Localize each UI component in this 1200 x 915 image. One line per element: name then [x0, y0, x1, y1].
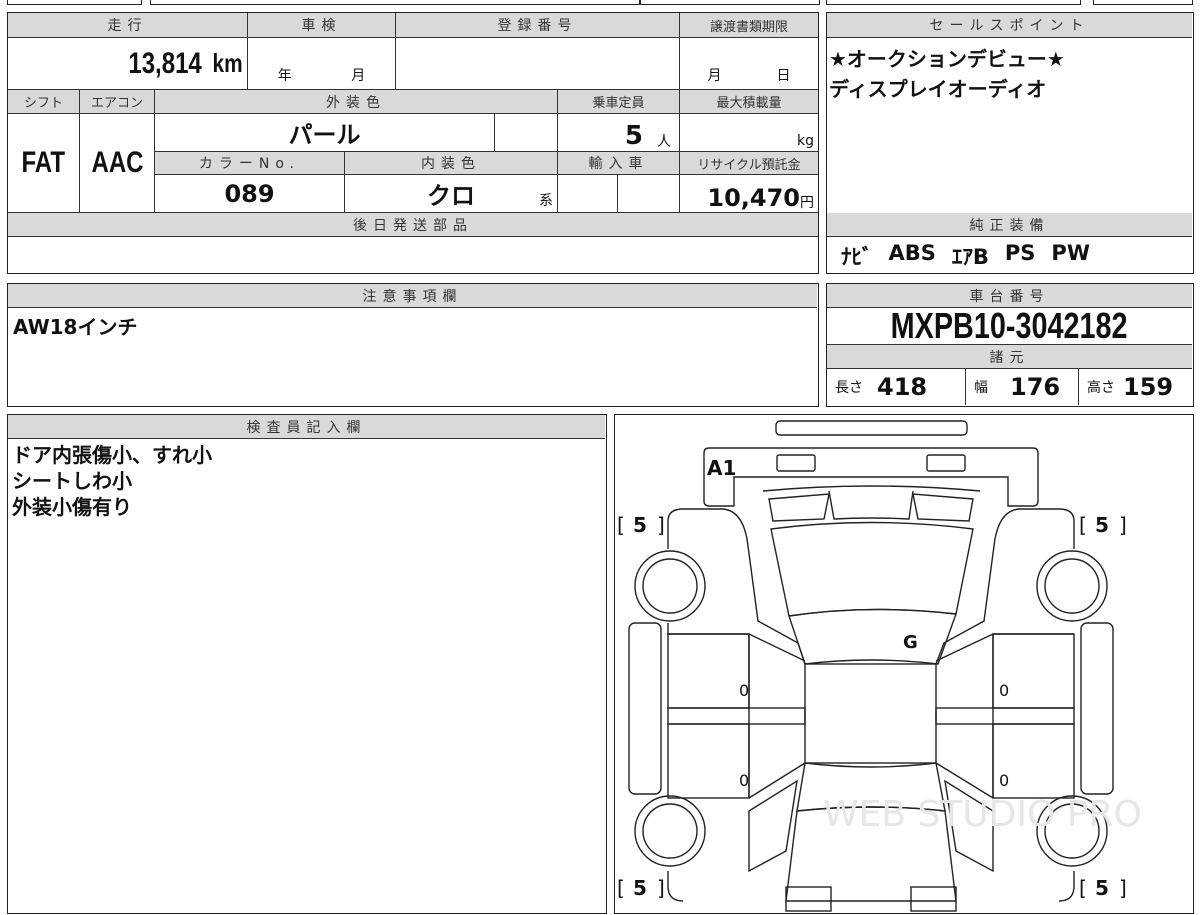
capacity-header: 乗車定員: [558, 90, 680, 114]
watermark: WEB STUDIO PRO: [823, 794, 1142, 835]
shaken-header: 車検: [248, 13, 396, 38]
damage-diagram: A1 G 0 0 0 0 [] 5 [] 5 [] 5 [] 5 WEB STU…: [614, 414, 1194, 914]
rear-bumper: [703, 447, 1039, 507]
rear-light-right: [926, 454, 966, 472]
equipment-item: ｴｱB: [951, 245, 989, 269]
rear-window: [770, 521, 974, 617]
top-cell: [1093, 0, 1193, 5]
later-parts-header: 後日発送部品: [8, 213, 818, 237]
registration-value: [396, 38, 680, 90]
shaken-value: 年月: [248, 38, 396, 90]
sales-point-line: ★オークションデビュー★: [829, 47, 1065, 71]
cabin: [804, 663, 937, 764]
notes-panel: 注意事項欄 AW18インチ: [7, 283, 819, 407]
later-parts-value: [8, 237, 818, 272]
roof-mark: G: [903, 632, 918, 653]
shift-header: シフト: [8, 90, 80, 114]
tire-tread-rear-right: 5: [1095, 513, 1109, 537]
vehicle-table: 走行 車検 登録番号 譲渡書類期限 13,814 km 年月 月日 シフト エア…: [7, 12, 819, 274]
svg-text:]: ]: [657, 876, 665, 900]
notes-text: AW18インチ: [13, 315, 138, 339]
recycle-value: 10,470 円: [680, 175, 818, 213]
equipment-item: ﾅﾋﾞ: [841, 245, 873, 269]
sales-point-line: ディスプレイオーディオ: [829, 77, 1047, 101]
chassis-panel: 車台番号 MXPB10-3042182 諸元 長さ 418 幅 176 高さ 159: [826, 283, 1194, 407]
inspector-panel: 検査員記入欄 ドア内張傷小、すれ小 シートしわ小 外装小傷有り: [7, 414, 607, 914]
interior-color-value: クロ 系: [345, 175, 558, 213]
exterior-color-header: 外装色: [155, 90, 558, 114]
chassis-number: MXPB10-3042182: [827, 308, 1192, 345]
notes-header: 注意事項欄: [8, 284, 817, 308]
length-cell: 長さ 418: [827, 369, 966, 405]
door-mark: 0: [739, 681, 749, 700]
sales-point-content: ★オークションデビュー★ ディスプレイオーディオ: [827, 38, 1192, 214]
sales-point-panel: セールスポイント ★オークションデビュー★ ディスプレイオーディオ 純正装備 ﾅ…: [826, 12, 1194, 274]
color-no-value: 089: [155, 175, 345, 213]
transfer-deadline-header: 譲渡書類期限: [680, 13, 818, 38]
svg-text:[: [: [1079, 876, 1087, 900]
car-diagram-svg: A1 G 0 0 0 0 [] 5 [] 5 [] 5 [] 5 WEB STU…: [617, 420, 1142, 912]
max-load-value: kg: [680, 114, 818, 152]
equipment-item: PW: [1051, 241, 1090, 265]
tire-tread-front-left: 5: [633, 876, 647, 900]
rear-light-left: [776, 454, 816, 472]
height-cell: 高さ 159: [1087, 373, 1174, 401]
left-side-rail: [628, 622, 662, 795]
svg-text:[: [: [617, 876, 625, 900]
shift-value: FAT: [8, 114, 80, 213]
inspector-line: シートしわ小: [12, 469, 132, 493]
svg-text:[: [: [617, 513, 625, 537]
mileage-value: 13,814 km: [8, 38, 248, 90]
door-mark: 0: [999, 681, 1009, 700]
tire-tread-front-right: 5: [1095, 876, 1109, 900]
import-value-2: [618, 175, 680, 213]
rear-mark: A1: [707, 456, 736, 480]
inspector-line: 外装小傷有り: [12, 495, 132, 519]
top-cell: [826, 0, 1081, 5]
tire-tread-rear-left: 5: [633, 513, 647, 537]
transfer-deadline-value: 月日: [680, 38, 818, 90]
right-side-rail: [1080, 622, 1114, 795]
equipment-list: ﾅﾋﾞ ABS ｴｱB PS PW: [841, 241, 1090, 271]
capacity-value: 5人: [558, 114, 680, 152]
color-no-header: カラーNo.: [155, 152, 345, 175]
svg-text:]: ]: [1119, 513, 1127, 537]
equipment-header: 純正装備: [827, 213, 1192, 237]
mileage-header: 走行: [8, 13, 248, 38]
chassis-header: 車台番号: [827, 284, 1192, 308]
rear-spoiler: [775, 420, 968, 436]
recycle-header: リサイクル預託金: [680, 152, 818, 175]
width-cell: 幅 176: [966, 369, 1079, 405]
door-mark: 0: [999, 771, 1009, 790]
sales-point-header: セールスポイント: [827, 13, 1192, 38]
exterior-color-extra: [495, 114, 558, 152]
svg-text:]: ]: [1119, 876, 1127, 900]
svg-text:]: ]: [657, 513, 665, 537]
aircon-value: AAC: [80, 114, 155, 213]
roof: [788, 608, 957, 665]
equipment-item: ABS: [888, 241, 936, 265]
interior-color-header: 内装色: [345, 152, 558, 175]
max-load-header: 最大積載量: [680, 90, 818, 114]
import-header: 輸入車: [558, 152, 680, 175]
exterior-color-value: パール: [155, 114, 495, 152]
door-mark: 0: [739, 771, 749, 790]
svg-text:[: [: [1079, 513, 1087, 537]
inspector-header: 検査員記入欄: [8, 415, 605, 439]
registration-header: 登録番号: [396, 13, 680, 38]
top-cell: [7, 0, 142, 5]
specs-header: 諸元: [827, 345, 1192, 369]
top-cell: [150, 0, 640, 5]
import-value-1: [558, 175, 618, 213]
top-cell: [640, 0, 820, 5]
inspector-line: ドア内張傷小、すれ小: [12, 443, 212, 467]
equipment-item: PS: [1004, 241, 1036, 265]
aircon-header: エアコン: [80, 90, 155, 114]
